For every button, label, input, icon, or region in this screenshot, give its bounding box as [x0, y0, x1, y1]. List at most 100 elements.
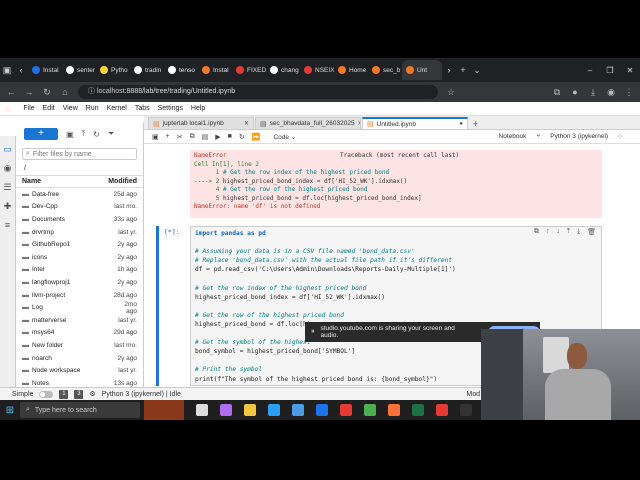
close-window-icon[interactable]: ✕ [620, 66, 640, 75]
file-list-item[interactable]: ▬ langflowproj1 2y ago [16, 276, 143, 289]
menu-help[interactable]: Help [191, 105, 205, 112]
terminal-icon[interactable] [364, 404, 376, 416]
chrome-icon[interactable] [436, 404, 448, 416]
url-field[interactable]: ⓘ localhost:8888/lab/tree/trading/Untitl… [78, 85, 438, 99]
downloads-icon[interactable]: ⤓ [588, 87, 598, 98]
taskbar-search-input[interactable]: ⌕ Type here to search [20, 402, 140, 418]
home-icon[interactable]: ⌂ [60, 87, 70, 97]
running-icon[interactable]: ◉ [0, 163, 15, 174]
insert-cell-icon[interactable]: + [166, 133, 170, 140]
browser-tab[interactable]: sec_b [368, 60, 402, 80]
kernels-count[interactable]: 3 [74, 389, 84, 399]
menu-view[interactable]: View [63, 105, 78, 112]
move-up-icon[interactable]: ↑ [546, 228, 550, 236]
browser-tab[interactable]: chang [266, 60, 300, 80]
browser-tab[interactable]: Home [334, 60, 368, 80]
close-tab-icon[interactable]: ✕ [244, 120, 249, 127]
opera-icon[interactable] [340, 404, 352, 416]
simple-mode-toggle[interactable] [39, 390, 54, 398]
browser-tab[interactable]: Instal [28, 60, 62, 80]
close-tab-icon[interactable]: ✕ [358, 120, 360, 127]
gear-icon[interactable]: ⚙ [89, 390, 95, 398]
browser-tab[interactable]: senter [62, 60, 96, 80]
bookmark-star-icon[interactable]: ☆ [446, 87, 456, 98]
extensions-icon[interactable]: ⧉ [552, 87, 562, 98]
task-view-icon[interactable] [196, 404, 208, 416]
file-filter-input[interactable]: ⌕ Filter files by name [22, 148, 137, 160]
folder-icon[interactable]: ▭ [0, 144, 15, 155]
minimize-icon[interactable]: – [580, 66, 600, 75]
notebook-mode-label[interactable]: Notebook [499, 133, 527, 140]
doc-tab-jupterlab-local1[interactable]: ▤ jupterlab local1.ipynb ✕ [148, 117, 254, 129]
menu-kernel[interactable]: Kernel [107, 105, 127, 112]
add-tab-icon[interactable]: + [473, 119, 478, 129]
file-list-item[interactable]: ▬ Dev-Cpp last mo. [16, 201, 143, 214]
extensions-puzzle-icon[interactable]: ✚ [0, 201, 15, 212]
cmd-icon[interactable] [460, 404, 472, 416]
unsaved-dot-icon[interactable]: ● [459, 121, 463, 127]
file-list-item[interactable]: ▬ matterverse last yr. [16, 314, 143, 327]
terminals-count[interactable]: 1 [59, 389, 69, 399]
forward-icon[interactable]: → [24, 87, 34, 97]
new-tab-icon[interactable]: + [456, 65, 470, 75]
files-icon[interactable] [244, 404, 256, 416]
file-list-item[interactable]: ▬ Node workspace last yr. [16, 364, 143, 377]
tab-scroll-left-icon[interactable]: ‹ [14, 65, 28, 75]
filter-icon[interactable]: ⏷ [108, 129, 114, 139]
insert-below-icon[interactable]: ⤓ [577, 228, 580, 236]
new-launcher-button[interactable]: + [24, 128, 58, 140]
browser-tab[interactable]: Instal [198, 60, 232, 80]
file-list-item[interactable]: ▬ New folder last mo. [16, 339, 143, 352]
copilot-icon[interactable] [220, 404, 232, 416]
delete-cell-icon[interactable]: 🗑 [587, 228, 596, 236]
kernel-name[interactable]: Python 3 (ipykernel) [550, 133, 608, 140]
file-list-item[interactable]: ▬ noarch 2y ago [16, 352, 143, 365]
file-list-item[interactable]: ▬ icons 2y ago [16, 251, 143, 264]
file-list-item[interactable]: ▬ Documents 33s ago [16, 213, 143, 226]
browser-tab[interactable]: Unt [402, 60, 442, 80]
move-down-icon[interactable]: ↓ [556, 228, 560, 236]
file-list-item[interactable]: ▬ Intel 1h ago [16, 264, 143, 277]
tab-list-icon[interactable]: ⌄ [470, 65, 484, 76]
store-icon[interactable] [292, 404, 304, 416]
cell-type-select[interactable]: Code ⌄ [273, 133, 296, 141]
file-list-item[interactable]: ▬ llvm-project 28d ago [16, 289, 143, 302]
save-icon[interactable]: ▣ [152, 133, 159, 141]
doc-tab-untitled[interactable]: ▤ Untitled.ipynb ● [362, 117, 468, 129]
browser-tab[interactable]: tradin [130, 60, 164, 80]
paste-icon[interactable]: ▤ [202, 133, 209, 141]
excel-icon[interactable] [412, 404, 424, 416]
upload-icon[interactable]: ⤒ [82, 129, 86, 139]
column-modified-header[interactable]: Modified [108, 178, 137, 185]
menu-file[interactable]: File [23, 105, 34, 112]
copy-icon[interactable]: ⧉ [190, 133, 195, 141]
tab-scroll-right-icon[interactable]: › [442, 65, 456, 75]
refresh-icon[interactable]: ↻ [93, 130, 100, 139]
browser-tab[interactable]: Pytho [96, 60, 130, 80]
breadcrumb[interactable]: / [16, 162, 143, 175]
menu-tabs[interactable]: Tabs [135, 105, 150, 112]
restore-icon[interactable]: ❐ [600, 66, 620, 75]
file-list-item[interactable]: ▬ Log 2mo ago [16, 301, 143, 315]
windows-start-icon[interactable]: ⊞ [0, 405, 20, 416]
menu-edit[interactable]: Edit [43, 105, 55, 112]
edge-icon[interactable] [268, 404, 280, 416]
reload-icon[interactable]: ↻ [42, 87, 52, 98]
browser-tab[interactable]: FIXED [232, 60, 266, 80]
commands-icon[interactable]: ☰ [0, 182, 15, 193]
browser-tab[interactable]: NSEIX [300, 60, 334, 80]
file-list-item[interactable]: ▬ Data-free 25d ago [16, 188, 143, 201]
stop-icon[interactable]: ■ [228, 133, 232, 140]
file-list-item[interactable]: ▬ msys64 29d ago [16, 327, 143, 340]
browser-more-icon[interactable]: ⋮ [624, 87, 634, 98]
cut-icon[interactable]: ✂ [177, 133, 183, 141]
table-of-contents-icon[interactable]: ≡ [0, 220, 15, 230]
duplicate-cell-icon[interactable]: ⧉ [534, 228, 539, 236]
menu-run[interactable]: Run [86, 105, 99, 112]
firefox-icon[interactable] [388, 404, 400, 416]
doc-tab-sec-bhavdata[interactable]: ▤sec_bhavdata_full_26032025✕ [255, 117, 361, 129]
restart-icon[interactable]: ↻ [239, 133, 245, 141]
browser-tab[interactable]: tenso [164, 60, 198, 80]
account-icon[interactable]: ◉ [606, 87, 616, 98]
column-name-header[interactable]: Name [22, 178, 108, 185]
